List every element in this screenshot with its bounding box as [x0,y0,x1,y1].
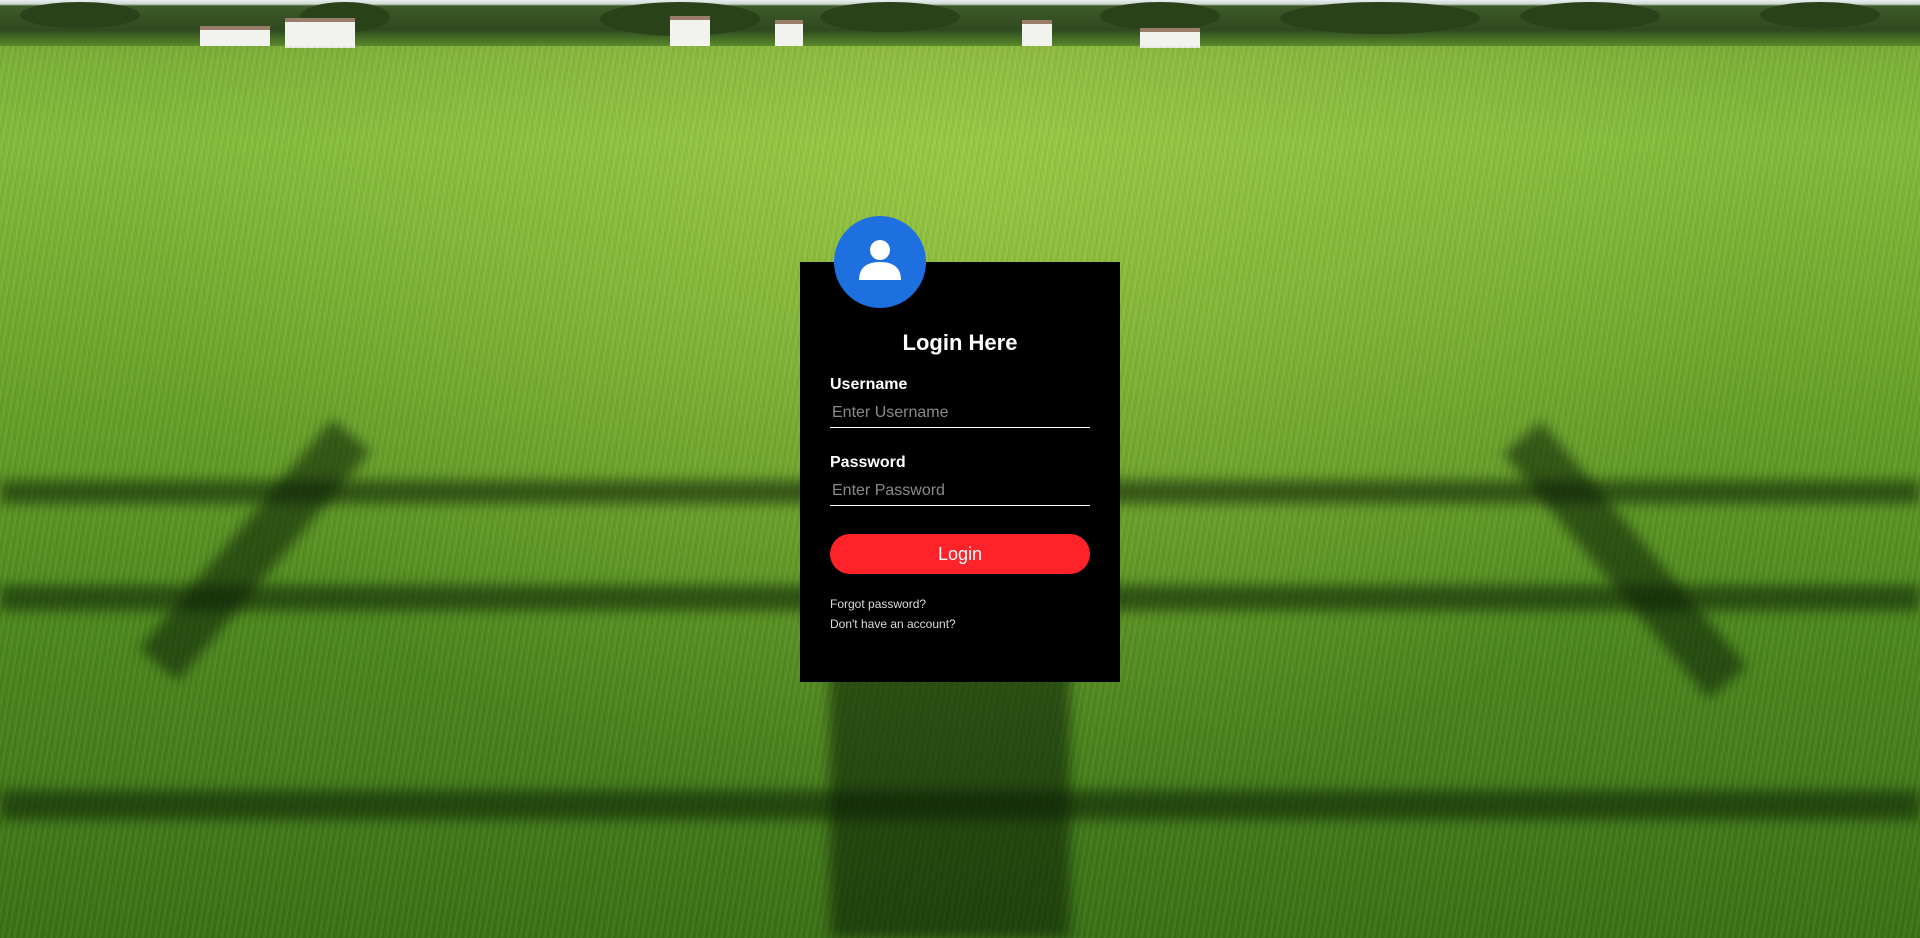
username-input[interactable] [830,398,1090,428]
background-house [775,20,803,46]
login-page: Login Here Username Password Login Forgo… [0,0,1920,938]
background-tree [1520,2,1660,30]
password-input[interactable] [830,476,1090,506]
person-shadow [830,660,1070,938]
background-house [1022,20,1052,46]
background-tree [1100,2,1220,30]
background-tree [20,2,140,28]
login-card: Login Here Username Password Login Forgo… [800,262,1120,682]
background-tree [820,2,960,32]
background-tree [1760,2,1880,28]
background-house [670,16,710,46]
background-house [1140,28,1200,48]
login-button[interactable]: Login [830,534,1090,574]
username-label: Username [830,376,908,393]
login-title: Login Here [902,330,1018,355]
forgot-password-link[interactable]: Forgot password? [830,597,926,611]
avatar [834,216,926,308]
background-house [285,18,355,48]
background-house [200,26,270,46]
signup-link[interactable]: Don't have an account? [830,617,956,631]
password-label: Password [830,454,906,471]
background-tree [1280,2,1480,34]
